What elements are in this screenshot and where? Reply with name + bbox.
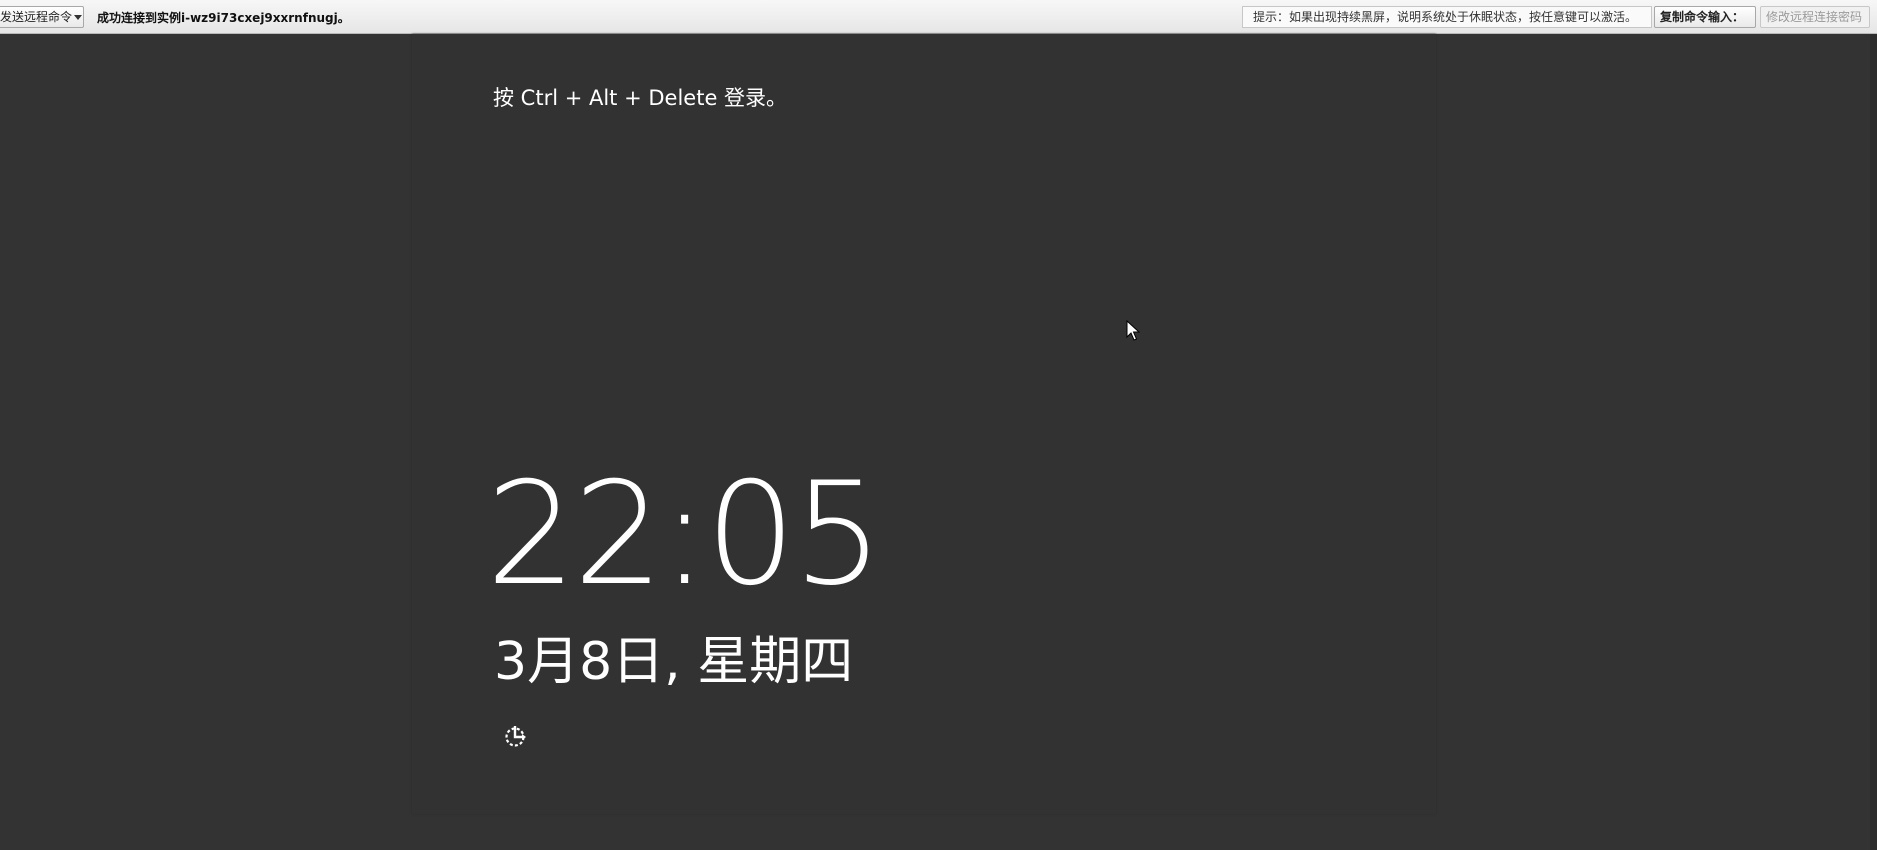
clock-time: 22:05 — [486, 452, 883, 617]
remote-desktop-screen[interactable] — [0, 34, 1877, 850]
copy-command-input-button[interactable]: 复制命令输入： — [1654, 6, 1756, 28]
remote-connection-toolbar: 发送远程命令 成功连接到实例i-wz9i73cxej9xxrnfnugj。 提示… — [0, 0, 1877, 34]
clock-date: 3月8日, 星期四 — [494, 632, 854, 692]
connection-status-text: 成功连接到实例i-wz9i73cxej9xxrnfnugj。 — [97, 11, 350, 25]
login-prompt: 按 Ctrl + Alt + Delete 登录。 — [493, 86, 788, 110]
chevron-down-icon — [74, 15, 83, 20]
hint-message: 提示：如果出现持续黑屏，说明系统处于休眠状态，按任意键可以激活。 — [1242, 6, 1652, 28]
ease-of-access-icon[interactable] — [503, 722, 531, 750]
mouse-cursor-icon — [1126, 320, 1140, 341]
send-command-label: 发送远程命令 — [0, 10, 73, 24]
send-remote-command-dropdown[interactable]: 发送远程命令 — [0, 6, 84, 28]
change-remote-password-button[interactable]: 修改远程连接密码 — [1760, 6, 1870, 28]
vertical-scrollbar[interactable] — [1870, 34, 1877, 850]
lock-screen-panel — [412, 34, 1436, 814]
